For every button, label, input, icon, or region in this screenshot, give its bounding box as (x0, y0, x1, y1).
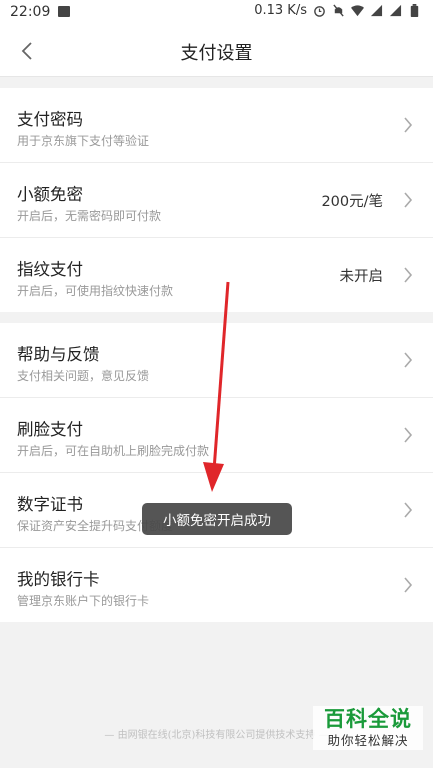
chevron-right-icon (404, 192, 413, 208)
setting-desc: 支付相关问题，意见反馈 (17, 369, 150, 383)
setting-row-face-pay[interactable]: 刷脸支付 开启后，可在自助机上刷脸完成付款 (0, 398, 433, 473)
network-speed: 0.13 K/s (254, 3, 307, 18)
setting-label: 我的银行卡 (17, 570, 100, 589)
setting-label: 数字证书 (17, 495, 83, 514)
chevron-right-icon (404, 352, 413, 368)
setting-label: 支付密码 (17, 110, 83, 129)
chevron-right-icon (404, 267, 413, 283)
toast-message: 小额免密开启成功 (142, 503, 292, 535)
status-bar: 22:09 0.13 K/s (0, 0, 433, 26)
page-title: 支付设置 (180, 43, 253, 64)
signal-icon (389, 4, 402, 17)
setting-desc: 开启后，可使用指纹快速付款 (17, 284, 174, 298)
battery-icon (410, 4, 419, 17)
wifi-icon (351, 5, 364, 17)
setting-label: 刷脸支付 (17, 420, 83, 439)
watermark-logo: 百科全说 助你轻松解决 (313, 706, 423, 750)
setting-value: 200元/笔 (321, 194, 383, 210)
setting-row-payment-password[interactable]: 支付密码 用于京东旗下支付等验证 (0, 88, 433, 163)
setting-desc: 开启后，无需密码即可付款 (17, 209, 162, 223)
status-time: 22:09 (10, 4, 51, 20)
mute-icon (333, 4, 344, 17)
chevron-right-icon (404, 577, 413, 593)
setting-row-help-feedback[interactable]: 帮助与反馈 支付相关问题，意见反馈 (0, 323, 433, 398)
setting-desc: 开启后，可在自助机上刷脸完成付款 (17, 444, 210, 458)
setting-label: 小额免密 (17, 185, 83, 204)
chevron-right-icon (404, 427, 413, 443)
status-right-group: 0.13 K/s (254, 3, 421, 18)
setting-desc: 管理京东账户下的银行卡 (17, 594, 150, 608)
image-icon (58, 6, 70, 17)
setting-row-small-amount-free[interactable]: 小额免密 开启后，无需密码即可付款 200元/笔 (0, 163, 433, 238)
watermark-title: 百科全说 (324, 707, 412, 731)
setting-value: 未开启 (339, 269, 384, 285)
watermark-subtitle: 助你轻松解决 (327, 733, 409, 748)
setting-row-fingerprint-pay[interactable]: 指纹支付 开启后，可使用指纹快速付款 未开启 (0, 238, 433, 312)
setting-desc: 用于京东旗下支付等验证 (17, 134, 150, 148)
settings-section-more: 帮助与反馈 支付相关问题，意见反馈 刷脸支付 开启后，可在自助机上刷脸完成付款 … (0, 323, 433, 622)
settings-section-payment: 支付密码 用于京东旗下支付等验证 小额免密 开启后，无需密码即可付款 200元/… (0, 88, 433, 312)
nav-bar: 支付设置 (0, 26, 433, 77)
setting-row-bank-cards[interactable]: 我的银行卡 管理京东账户下的银行卡 (0, 548, 433, 622)
signal-icon (370, 4, 383, 17)
setting-label: 指纹支付 (17, 260, 83, 279)
alarm-icon (314, 6, 325, 17)
chevron-right-icon (404, 502, 413, 518)
chevron-right-icon (404, 117, 413, 133)
setting-label: 帮助与反馈 (17, 345, 100, 364)
